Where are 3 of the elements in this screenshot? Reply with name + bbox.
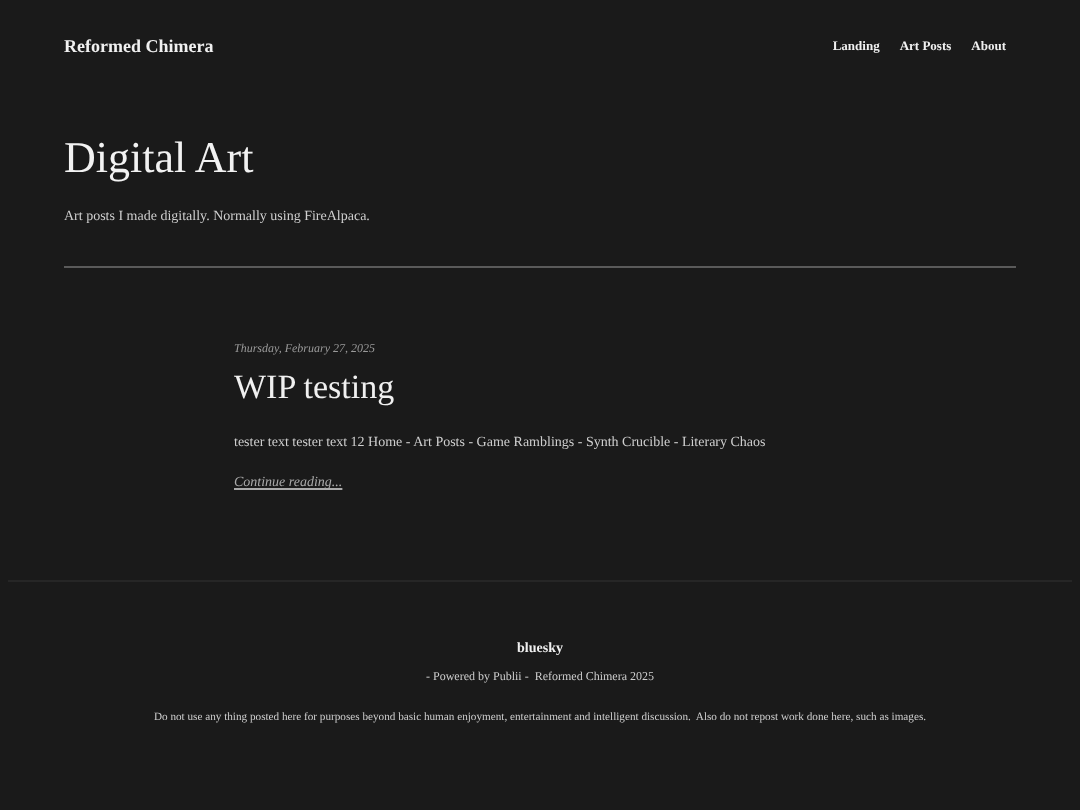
site-title[interactable]: Reformed Chimera [64,36,214,56]
post-title[interactable]: WIP testing [234,368,1080,408]
page-title: Digital Art [64,132,256,184]
